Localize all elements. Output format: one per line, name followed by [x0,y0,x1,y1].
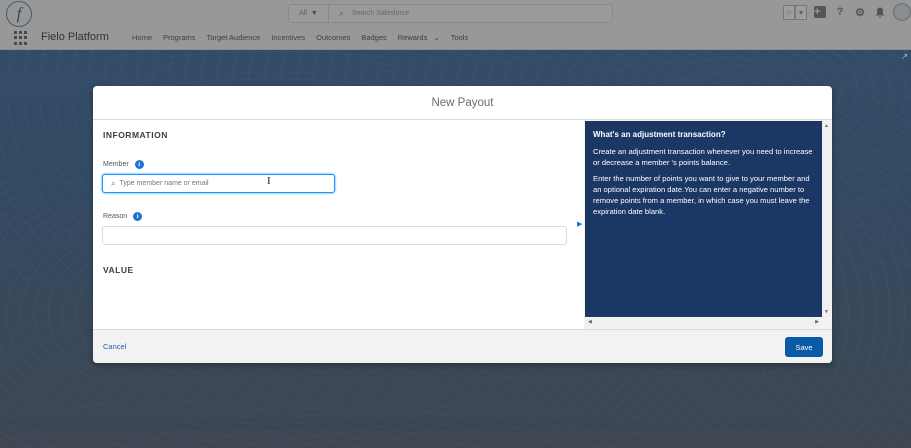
reason-label: Reason [103,213,128,220]
horizontal-scrollbar[interactable]: ◀ ▶ [585,318,822,327]
help-paragraph-2: Enter the number of points you want to g… [593,174,810,216]
reason-input[interactable] [102,226,567,245]
value-heading: VALUE [103,265,134,275]
modal-header: New Payout [93,86,832,120]
scroll-left-icon[interactable]: ◀ [588,319,592,325]
expand-arrow-icon: ↗ [901,52,908,61]
help-panel: What's an adjustment transaction? Create… [585,121,822,317]
member-label: Member [103,161,129,168]
help-paragraph-1: Create an adjustment transaction wheneve… [593,147,813,167]
modal-body: INFORMATION Member i ⌕ Type member name … [93,120,832,329]
help-column: What's an adjustment transaction? Create… [584,120,832,329]
member-input-placeholder: Type member name or email [119,180,209,187]
scroll-right-icon[interactable]: ▶ [815,319,819,325]
cancel-button[interactable]: Cancel [103,342,126,351]
new-payout-modal: New Payout INFORMATION Member i ⌕ Type m… [93,86,832,363]
info-icon[interactable]: i [134,160,144,169]
member-search-input[interactable]: ⌕ Type member name or email [102,174,335,193]
information-heading: INFORMATION [103,130,168,140]
search-icon: ⌕ [111,178,116,188]
scroll-up-icon[interactable]: ▲ [824,123,829,129]
member-label-row: Member i [103,160,144,169]
modal-footer: Cancel Save [93,329,832,363]
reason-label-row: Reason i [103,212,143,221]
text-cursor-icon: I [267,175,271,187]
form-column: INFORMATION Member i ⌕ Type member name … [93,120,582,329]
info-icon[interactable]: i [133,212,143,221]
modal-title: New Payout [431,96,494,109]
save-button[interactable]: Save [785,337,823,357]
collapse-panel-arrow-icon[interactable]: ▶ [577,220,582,228]
vertical-scrollbar[interactable]: ▲ ▼ [822,121,831,317]
help-title: What's an adjustment transaction? [593,130,726,139]
scroll-down-icon[interactable]: ▼ [824,309,829,315]
